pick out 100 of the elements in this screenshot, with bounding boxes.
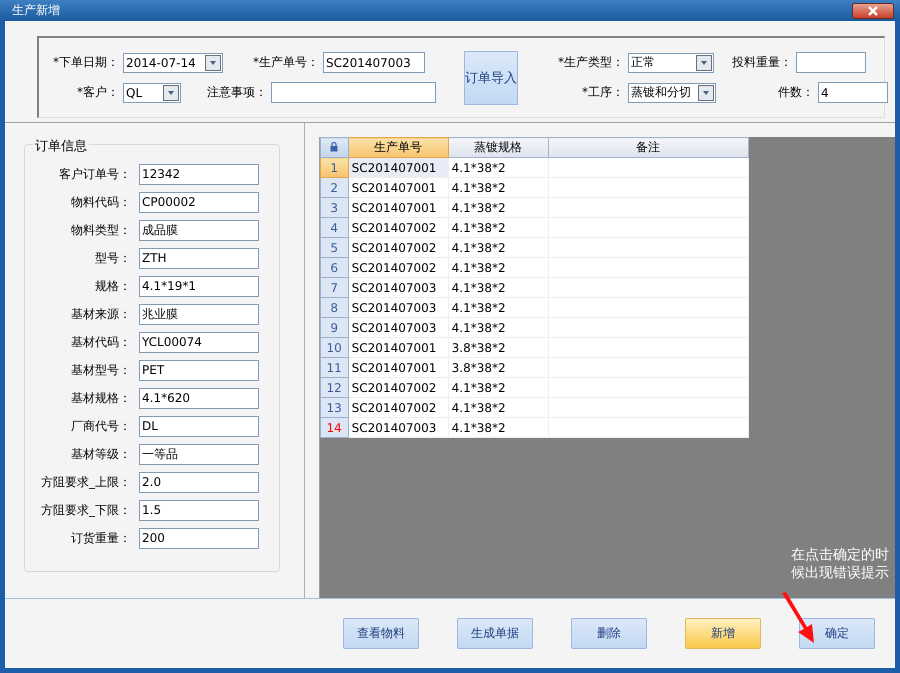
row-number: 5: [320, 238, 348, 258]
input-field[interactable]: 兆业膜: [139, 304, 259, 324]
action-button[interactable]: 新增: [685, 618, 761, 649]
input-field[interactable]: SC201407003: [323, 52, 425, 73]
row-number: 11: [320, 358, 348, 378]
row-number: 2: [320, 178, 348, 198]
table-cell: SC201407002: [348, 238, 448, 258]
field-label: 厂商代号：: [70, 418, 132, 434]
field-label: 基材来源：: [70, 306, 132, 322]
field-label: 物料类型：: [70, 222, 132, 238]
field-label: *客户：: [76, 84, 120, 101]
import-button[interactable]: 订单导入: [464, 50, 518, 104]
table-cell: 4.1*38*2: [448, 278, 548, 298]
input-field[interactable]: 4: [818, 82, 888, 103]
annotation-arrow: [782, 592, 814, 643]
input-field[interactable]: 12342: [139, 164, 259, 184]
table-cell: SC201407002: [348, 378, 448, 398]
table-cell: SC201407002: [348, 258, 448, 278]
field-label: 件数：: [777, 84, 815, 101]
field-label: 注意事项：: [206, 84, 268, 101]
dropdown-field[interactable]: 正常: [628, 52, 714, 72]
column-header[interactable]: 蒸镀规格: [448, 138, 548, 158]
row-number: 6: [320, 258, 348, 278]
input-field[interactable]: DL: [139, 416, 259, 436]
row-number: 13: [320, 398, 348, 418]
field-label: 型号：: [94, 250, 132, 266]
input-field[interactable]: 4.1*19*1: [139, 276, 259, 296]
column-header[interactable]: 备注: [548, 138, 748, 158]
field-label: 物料代码：: [70, 194, 132, 210]
field-label: *生产类型：: [557, 54, 625, 71]
input-field[interactable]: 2.0: [139, 472, 259, 492]
field-label: 基材代码：: [70, 334, 132, 350]
field-label: 方阻要求_下限：: [40, 502, 132, 518]
dropdown-field[interactable]: 蒸镀和分切: [628, 82, 716, 102]
input-field[interactable]: YCL00074: [139, 332, 259, 352]
input-field[interactable]: CP00002: [139, 192, 259, 212]
field-label: 投料重量：: [732, 54, 793, 71]
row-number: 7: [320, 278, 348, 298]
input-field[interactable]: 1.5: [139, 500, 259, 520]
row-number: 9: [320, 318, 348, 338]
table-cell: SC201407003: [348, 318, 448, 338]
input-field[interactable]: 200: [139, 528, 259, 548]
input-field[interactable]: [796, 52, 866, 73]
dropdown-field[interactable]: QL: [123, 82, 181, 102]
column-header[interactable]: 生产单号: [348, 138, 448, 158]
table-cell: SC201407001: [348, 158, 448, 178]
table-cell: 4.1*38*2: [448, 158, 548, 178]
close-icon: [866, 6, 880, 16]
action-button[interactable]: 确定: [799, 618, 875, 649]
table-cell: SC201407001: [348, 358, 448, 378]
action-button[interactable]: 生成单据: [457, 618, 533, 649]
table-cell: 4.1*38*2: [448, 318, 548, 338]
table-cell: 4.1*38*2: [448, 298, 548, 318]
table-cell: 4.1*38*2: [448, 178, 548, 198]
table-cell: SC201407002: [348, 398, 448, 418]
panel-title: 订单信息: [33, 137, 89, 155]
table-cell: SC201407003: [348, 298, 448, 318]
table-cell: SC201407002: [348, 218, 448, 238]
close-button[interactable]: [852, 2, 894, 18]
input-field[interactable]: 一等品: [139, 444, 259, 464]
input-field[interactable]: 成品膜: [139, 220, 259, 240]
field-label: *工序：: [581, 84, 625, 101]
lock-icon: [330, 142, 338, 152]
field-label: 规格：: [94, 278, 132, 294]
action-button[interactable]: 查看物料: [343, 618, 419, 649]
annotation-text: 在点击确定的时候出现错误提示: [791, 546, 889, 582]
field-label: 基材规格：: [70, 390, 132, 406]
input-field[interactable]: 4.1*620: [139, 388, 259, 408]
table-cell: 4.1*38*2: [448, 258, 548, 278]
row-number: 1: [320, 158, 348, 178]
table-cell: 4.1*38*2: [448, 398, 548, 418]
table-cell: SC201407001: [348, 338, 448, 358]
row-number: 4: [320, 218, 348, 238]
field-label: 基材型号：: [70, 362, 132, 378]
table-cell: 4.1*38*2: [448, 238, 548, 258]
input-field[interactable]: [271, 82, 436, 103]
table-cell: 3.8*38*2: [448, 358, 548, 378]
row-number: 10: [320, 338, 348, 358]
table-cell: 4.1*38*2: [448, 418, 548, 438]
table-cell: SC201407003: [348, 418, 448, 438]
input-field[interactable]: PET: [139, 360, 259, 380]
row-number: 14: [320, 418, 348, 438]
window-title: 生产新增: [12, 2, 60, 19]
table-cell: SC201407003: [348, 278, 448, 298]
row-number: 12: [320, 378, 348, 398]
table-cell: SC201407001: [348, 198, 448, 218]
table-cell: 3.8*38*2: [448, 338, 548, 358]
action-button[interactable]: 删除: [571, 618, 647, 649]
field-label: 方阻要求_上限：: [40, 474, 132, 490]
row-number: 3: [320, 198, 348, 218]
row-number: 8: [320, 298, 348, 318]
field-label: 基材等级：: [70, 446, 132, 462]
table-cell: SC201407001: [348, 178, 448, 198]
field-label: 客户订单号：: [58, 166, 132, 182]
field-label: *生产单号：: [252, 54, 320, 71]
table-cell: 4.1*38*2: [448, 218, 548, 238]
field-label: 订货重量：: [70, 530, 132, 546]
input-field[interactable]: ZTH: [139, 248, 259, 268]
dropdown-field[interactable]: 2014-07-14: [123, 52, 223, 72]
table-cell: 4.1*38*2: [448, 198, 548, 218]
